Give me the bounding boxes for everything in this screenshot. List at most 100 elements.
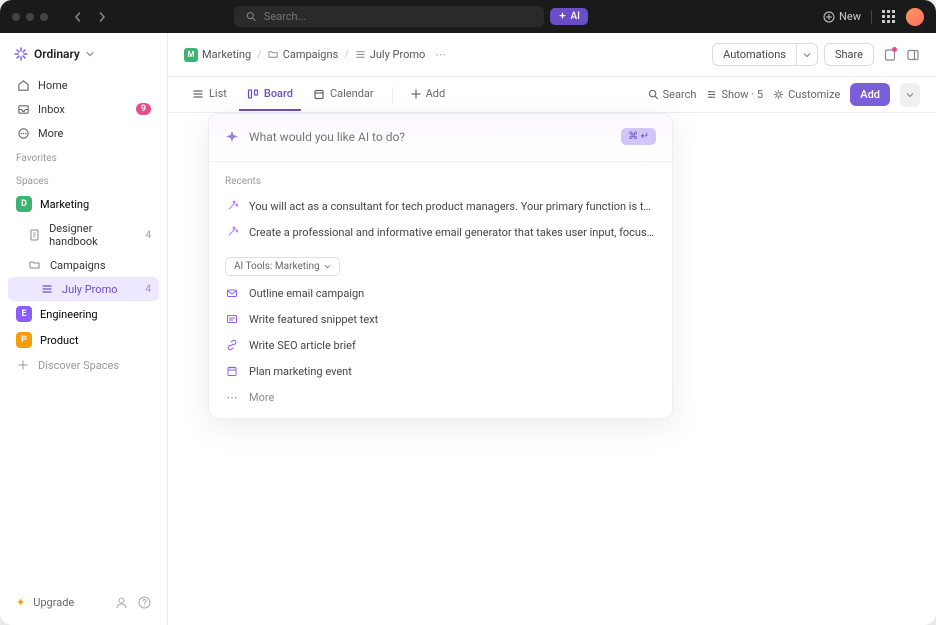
more-icon[interactable]: ⋯ [435, 48, 446, 61]
space-product[interactable]: P Product [8, 327, 159, 353]
sidebar-item-label: Inbox [38, 103, 65, 116]
inbox-badge: 9 [136, 103, 151, 115]
breadcrumb-july-promo[interactable]: July Promo [355, 48, 426, 61]
add-button[interactable]: Add [850, 83, 890, 106]
ai-more[interactable]: ⋯ More [223, 384, 658, 410]
new-button[interactable]: New [823, 10, 861, 23]
calendar-icon [313, 88, 325, 100]
mail-icon [225, 286, 239, 300]
ai-tool-item[interactable]: Write SEO article brief [223, 332, 658, 358]
breadcrumb-campaigns[interactable]: Campaigns [268, 48, 339, 61]
space-badge-icon: M [184, 48, 198, 62]
wand-icon [225, 199, 239, 213]
ai-tool-item[interactable]: Write featured snippet text [223, 306, 658, 332]
sidebar-item-label: Discover Spaces [38, 359, 119, 372]
ai-prompt-input[interactable] [249, 130, 611, 144]
gear-icon [773, 89, 784, 100]
inbox-icon [16, 102, 30, 116]
search-input[interactable] [264, 10, 532, 23]
ai-recent-item[interactable]: Create a professional and informative em… [223, 219, 658, 245]
toolbar-search[interactable]: Search [648, 88, 697, 101]
add-label: Add [426, 87, 446, 100]
calendar-icon [225, 364, 239, 378]
user-avatar[interactable] [906, 8, 924, 26]
tool-label: Plan marketing event [249, 365, 352, 378]
sidebar-discover[interactable]: Discover Spaces [8, 353, 159, 377]
global-search[interactable] [234, 6, 544, 27]
share-button[interactable]: Share [824, 43, 874, 66]
view-board[interactable]: Board [239, 78, 301, 111]
nav-forward[interactable] [92, 7, 112, 27]
workspace-logo-icon [14, 47, 28, 61]
ai-chip[interactable]: AI [550, 8, 588, 25]
separator [392, 87, 393, 103]
upgrade-icon: ✦ [16, 596, 25, 609]
board-icon [247, 88, 259, 100]
space-label: Marketing [40, 198, 89, 211]
sidebar-item-label: July Promo [62, 283, 118, 296]
more-label: More [249, 391, 274, 404]
view-calendar[interactable]: Calendar [305, 78, 382, 111]
automations-caret[interactable] [797, 43, 818, 66]
workspace-selector[interactable]: Ordinary [8, 43, 159, 65]
sidebar-item-label: More [38, 127, 63, 140]
view-label: List [209, 87, 227, 100]
chevron-down-icon [324, 263, 331, 270]
sidebar-inbox[interactable]: Inbox 9 [8, 97, 159, 121]
doc-icon [28, 228, 41, 242]
space-badge: E [16, 306, 32, 322]
plus-icon [411, 89, 421, 99]
new-label: New [839, 10, 861, 23]
space-marketing[interactable]: D Marketing [8, 191, 159, 217]
ai-recent-item[interactable]: You will act as a consultant for tech pr… [223, 193, 658, 219]
view-list[interactable]: List [184, 78, 235, 111]
keyboard-shortcut: ⌘ ↵ [621, 128, 656, 145]
add-caret[interactable] [900, 83, 920, 107]
home-icon [16, 78, 30, 92]
more-icon [16, 126, 30, 140]
space-label: Product [40, 334, 78, 347]
window-controls[interactable] [12, 13, 48, 21]
tool-label: Write SEO article brief [249, 339, 356, 352]
ai-tool-item[interactable]: Plan marketing event [223, 358, 658, 384]
ai-tool-item[interactable]: Outline email campaign [223, 280, 658, 306]
sidebar-more[interactable]: More [8, 121, 159, 145]
breadcrumb-marketing[interactable]: M Marketing [184, 48, 251, 62]
sidebar-july-promo[interactable]: July Promo 4 [8, 277, 159, 301]
folder-icon [268, 49, 279, 60]
wand-icon [225, 225, 239, 239]
notifications-icon[interactable] [880, 45, 900, 65]
user-icon[interactable] [115, 596, 128, 609]
space-engineering[interactable]: E Engineering [8, 301, 159, 327]
recent-text: Create a professional and informative em… [249, 226, 656, 239]
space-label: Engineering [40, 308, 98, 321]
favorites-section: Favorites [8, 145, 159, 168]
nav-back[interactable] [68, 7, 88, 27]
recents-label: Recents [223, 172, 658, 193]
ellipsis-icon: ⋯ [225, 390, 239, 404]
apps-icon[interactable] [882, 10, 896, 24]
plus-circle-icon [823, 11, 835, 23]
space-badge: P [16, 332, 32, 348]
tb-label: Search [663, 88, 697, 101]
help-icon[interactable] [138, 596, 151, 609]
tb-label: Show · 5 [721, 88, 763, 101]
upgrade-button[interactable]: Upgrade [33, 596, 74, 609]
toolbar-customize[interactable]: Customize [773, 88, 840, 101]
sidebar-designer-handbook[interactable]: Designer handbook 4 [8, 217, 159, 253]
sidebar-home[interactable]: Home [8, 73, 159, 97]
crumb-label: Campaigns [283, 48, 339, 61]
recent-text: You will act as a consultant for tech pr… [249, 200, 656, 213]
add-view[interactable]: Add [403, 78, 454, 111]
ai-tools-selector[interactable]: AI Tools: Marketing [225, 257, 340, 276]
automations-button[interactable]: Automations [712, 43, 797, 66]
crumb-separator: / [344, 48, 349, 61]
sidebar-item-label: Campaigns [50, 259, 106, 272]
view-label: Calendar [330, 87, 374, 100]
panel-icon[interactable] [906, 48, 920, 62]
divider [871, 10, 872, 24]
toolbar-show[interactable]: Show · 5 [706, 88, 763, 101]
tool-label: Write featured snippet text [249, 313, 378, 326]
plus-icon [16, 358, 30, 372]
sidebar-campaigns[interactable]: Campaigns [8, 253, 159, 277]
